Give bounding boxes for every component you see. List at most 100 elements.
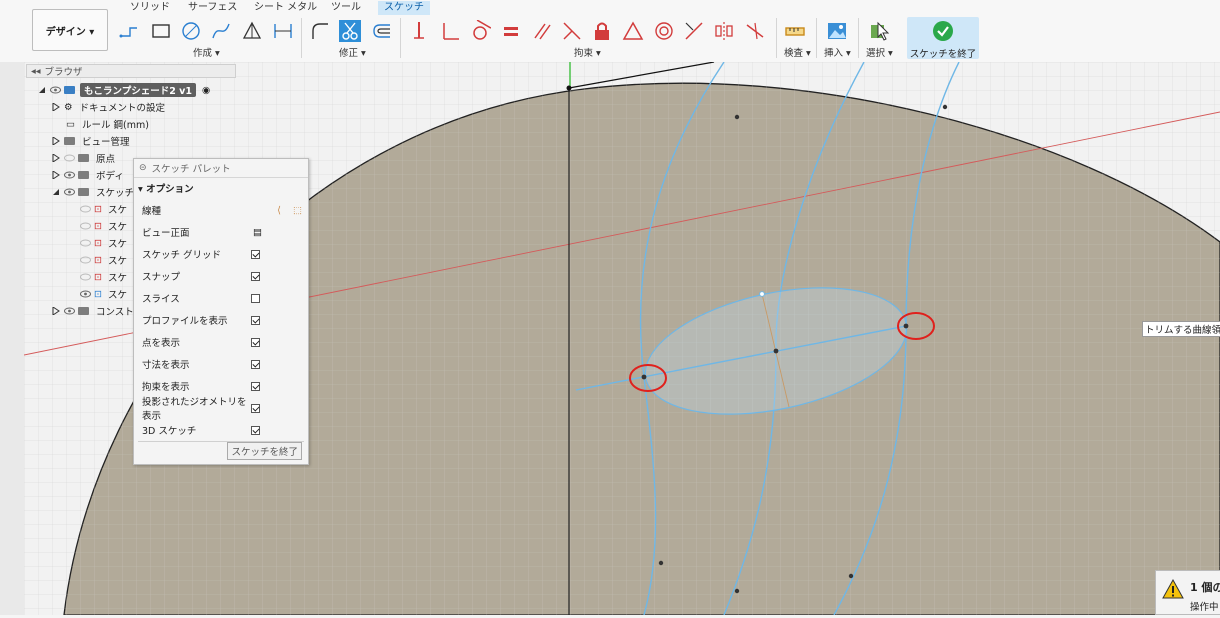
sketch-point[interactable] — [734, 588, 740, 594]
sketch-point[interactable] — [848, 573, 854, 579]
tab-sketch[interactable]: スケッチ — [378, 1, 430, 15]
tree-item-origin[interactable]: 原点 — [52, 150, 117, 166]
sketch-point[interactable] — [658, 560, 664, 566]
parallel-constraint-icon[interactable] — [531, 20, 553, 42]
perpendicular-constraint-icon[interactable] — [439, 20, 461, 42]
construction-linetype-icon[interactable]: ⟨ — [277, 205, 281, 216]
measure-ruler-icon[interactable] — [784, 20, 806, 42]
sketch-point[interactable] — [942, 104, 948, 110]
tree-item-named-views[interactable]: ビュー管理 — [52, 133, 132, 149]
tree-item-sketches[interactable]: スケッチ — [52, 184, 136, 200]
show-profile-checkbox[interactable] — [251, 315, 260, 325]
dimension-tool-icon[interactable] — [272, 20, 294, 42]
tab-tools[interactable]: ツール — [325, 1, 367, 15]
tree-item-document-settings[interactable]: ⚙ ドキュメントの設定 — [52, 99, 167, 115]
ellipse-center-point[interactable] — [773, 348, 779, 354]
palette-finish-sketch-button[interactable]: スケッチを終了 — [227, 442, 302, 460]
circle-tool-icon[interactable] — [180, 20, 202, 42]
triangle-constraint-icon[interactable] — [622, 20, 644, 42]
select-group-label[interactable]: 選択 ▾ — [866, 45, 893, 59]
palette-header[interactable]: ⊝ スケッチ パレット — [134, 159, 308, 178]
eye-icon[interactable] — [64, 171, 75, 179]
tree-item-sketch[interactable]: ⊡ スケ — [80, 235, 129, 251]
sketch-point[interactable] — [641, 374, 647, 380]
inspect-group-label[interactable]: 検査 ▾ — [784, 45, 811, 59]
spline-tool-icon[interactable] — [210, 20, 232, 42]
show-constraints-checkbox[interactable] — [251, 381, 260, 391]
eye-icon[interactable] — [64, 307, 75, 315]
eye-icon[interactable] — [64, 188, 75, 196]
workspace-design-button[interactable]: デザイン ▾ — [32, 9, 108, 51]
tree-label: スケ — [107, 222, 127, 233]
insert-image-icon[interactable] — [826, 20, 848, 42]
tree-item-sketch[interactable]: ⊡ スケ — [80, 252, 129, 268]
sketch-point[interactable] — [734, 114, 740, 120]
insert-group-label[interactable]: 挿入 ▾ — [824, 45, 851, 59]
warning-notification[interactable]: 1 個の 操作中 — [1155, 570, 1220, 615]
sketch-grid-checkbox[interactable] — [251, 249, 260, 259]
options-section-header[interactable]: ▾ オプション — [138, 181, 194, 195]
tree-item-construction[interactable]: コンスト — [52, 303, 136, 319]
eye-icon[interactable] — [80, 290, 91, 298]
eye-hidden-icon[interactable] — [80, 273, 91, 281]
look-at-icon[interactable]: ▤ — [253, 227, 262, 238]
tree-item-sketch-active[interactable]: ⊡ スケ — [80, 286, 129, 302]
rectangle-tool-icon[interactable] — [150, 20, 172, 42]
polygon-tool-icon[interactable] — [241, 20, 263, 42]
line-tool-icon[interactable] — [118, 20, 140, 42]
offset-tool-icon[interactable] — [371, 20, 393, 42]
show-dimensions-checkbox[interactable] — [251, 359, 260, 369]
sketch-point[interactable] — [759, 291, 765, 297]
tree-item-bodies[interactable]: ボディ — [52, 167, 126, 183]
concentric-constraint-icon[interactable] — [653, 20, 675, 42]
radio-active-icon[interactable]: ◉ — [202, 85, 210, 96]
sketch-point[interactable] — [566, 85, 572, 91]
tangent-constraint-icon[interactable] — [469, 20, 491, 42]
eye-hidden-icon[interactable] — [80, 222, 91, 230]
collinear-constraint-icon[interactable] — [683, 20, 705, 42]
collapsed-triangle-icon[interactable] — [52, 306, 60, 316]
snap-checkbox[interactable] — [251, 271, 260, 281]
eye-hidden-icon[interactable] — [64, 154, 75, 162]
tab-surface[interactable]: サーフェス — [182, 1, 243, 15]
equal-constraint-icon[interactable] — [500, 20, 522, 42]
coincident-constraint-icon[interactable] — [408, 20, 430, 42]
eye-icon[interactable] — [50, 86, 61, 94]
show-projected-geometry-checkbox[interactable] — [251, 403, 260, 413]
midpoint-constraint-icon[interactable] — [561, 20, 583, 42]
show-points-checkbox[interactable] — [251, 337, 260, 347]
lock-constraint-icon[interactable] — [591, 20, 613, 42]
create-group-label[interactable]: 作成 ▾ — [193, 45, 220, 59]
expanded-triangle-icon[interactable] — [52, 188, 60, 196]
tab-sheet-metal[interactable]: シート メタル — [248, 1, 323, 15]
collapsed-triangle-icon[interactable] — [52, 136, 60, 146]
fillet-tool-icon[interactable] — [309, 20, 331, 42]
tree-item-units[interactable]: ▭ ルール 鋼(mm) — [66, 116, 151, 132]
collapsed-triangle-icon[interactable] — [52, 153, 60, 163]
constraints-group-label[interactable]: 拘束 ▾ — [574, 45, 601, 59]
collapse-icon[interactable]: ◂◂ — [31, 66, 41, 77]
symmetry-constraint-icon[interactable] — [713, 20, 735, 42]
centerline-linetype-icon[interactable]: ⬚ — [293, 205, 302, 216]
tree-item-sketch[interactable]: ⊡ スケ — [80, 269, 129, 285]
browser-header[interactable]: ◂◂ ブラウザ — [26, 64, 236, 78]
eye-hidden-icon[interactable] — [80, 239, 91, 247]
collapsed-triangle-icon[interactable] — [52, 170, 60, 180]
tree-item-document[interactable]: もこランプシェード2 v1 ◉ — [38, 82, 210, 98]
fix-constraint-icon[interactable] — [744, 20, 766, 42]
3d-sketch-checkbox[interactable] — [251, 425, 260, 435]
trim-tool-icon[interactable] — [339, 20, 361, 42]
slice-checkbox[interactable] — [251, 293, 260, 303]
finish-sketch-button[interactable]: スケッチを終了 ▾ — [907, 17, 979, 71]
modify-group-label[interactable]: 修正 ▾ — [339, 45, 366, 59]
tree-item-sketch[interactable]: ⊡ スケ — [80, 201, 129, 217]
tree-item-sketch[interactable]: ⊡ スケ — [80, 218, 129, 234]
eye-hidden-icon[interactable] — [80, 205, 91, 213]
tab-solid[interactable]: ソリッド — [124, 1, 176, 15]
select-tool-icon[interactable] — [868, 20, 890, 42]
sketch-point[interactable] — [903, 323, 909, 329]
eye-hidden-icon[interactable] — [80, 256, 91, 264]
collapse-circle-icon[interactable]: ⊝ — [139, 163, 147, 173]
collapsed-triangle-icon[interactable] — [52, 102, 60, 112]
expanded-triangle-icon[interactable] — [38, 86, 46, 94]
